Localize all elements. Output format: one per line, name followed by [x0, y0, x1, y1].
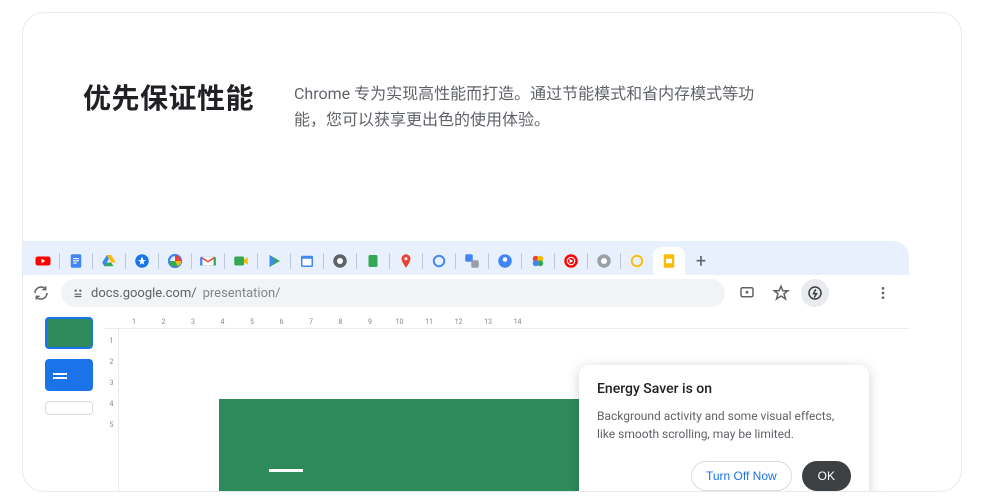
tab-youtube-music-icon[interactable]	[557, 247, 585, 275]
tab-slides-active-icon[interactable]	[653, 247, 685, 275]
tab-keep-icon[interactable]	[359, 247, 387, 275]
toolbar-actions	[733, 279, 897, 307]
url-path: presentation/	[203, 286, 281, 301]
popover-actions: Turn Off Now OK	[597, 461, 851, 491]
tab-translate-icon[interactable]	[458, 247, 486, 275]
tab-strip: +	[23, 241, 909, 275]
new-tab-button[interactable]: +	[689, 249, 713, 273]
url-domain: docs.google.com/	[91, 286, 197, 301]
tab-gmail-icon[interactable]	[194, 247, 222, 275]
tab-photos-icon[interactable]	[524, 247, 552, 275]
tab-calendar-icon[interactable]	[293, 247, 321, 275]
popover-description: Background activity and some visual effe…	[597, 407, 851, 443]
overflow-menu-icon[interactable]	[869, 279, 897, 307]
hero-title: 优先保证性能	[83, 77, 254, 132]
tab-contacts-icon[interactable]	[491, 247, 519, 275]
ruler-vertical: 1 2 3 4 5	[105, 329, 119, 492]
energy-saver-icon[interactable]	[801, 279, 829, 307]
hero-section: 优先保证性能 Chrome 专为实现高性能而打造。通过节能模式和省内存模式等功能…	[23, 13, 961, 132]
tab-google-icon[interactable]	[161, 247, 189, 275]
slide-thumbnail-1[interactable]	[45, 317, 93, 349]
ruler-horizontal: 1 2 3 4 5 6 7 8 9 10 11 12 13 14	[105, 315, 909, 329]
tab-google3-icon[interactable]	[623, 247, 651, 275]
create-shortcut-icon[interactable]	[733, 279, 761, 307]
feature-card: 优先保证性能 Chrome 专为实现高性能而打造。通过节能模式和省内存模式等功能…	[22, 12, 962, 492]
tab-google2-icon[interactable]	[425, 247, 453, 275]
tab-youtube-icon[interactable]	[29, 247, 57, 275]
slide-thumbnail-3[interactable]	[45, 401, 93, 415]
browser-mock: + docs.google.com/presentation/	[23, 241, 909, 492]
hero-description: Chrome 专为实现高性能而打造。通过节能模式和省内存模式等功能，您可以获享更…	[294, 81, 764, 132]
tab-chrome-grey-icon[interactable]	[590, 247, 618, 275]
slide-thumbnails	[23, 311, 93, 492]
site-settings-icon	[71, 286, 85, 300]
address-bar[interactable]: docs.google.com/presentation/	[61, 279, 725, 307]
tab-flights-icon[interactable]	[128, 247, 156, 275]
tab-play-icon[interactable]	[260, 247, 288, 275]
tab-chrome-dark-icon[interactable]	[326, 247, 354, 275]
bookmark-star-icon[interactable]	[767, 279, 795, 307]
reload-icon[interactable]	[29, 281, 53, 305]
tab-maps-icon[interactable]	[392, 247, 420, 275]
turn-off-button[interactable]: Turn Off Now	[691, 461, 792, 491]
energy-saver-popover: Energy Saver is on Background activity a…	[579, 365, 869, 492]
browser-toolbar: docs.google.com/presentation/	[23, 275, 909, 311]
tab-docs-icon[interactable]	[62, 247, 90, 275]
tab-meet-icon[interactable]	[227, 247, 255, 275]
slide-thumbnail-2[interactable]	[45, 359, 93, 391]
ok-button[interactable]: OK	[802, 461, 851, 491]
tab-drive-icon[interactable]	[95, 247, 123, 275]
popover-title: Energy Saver is on	[597, 381, 851, 397]
slide-canvas-area: 1 2 3 4 5 6 7 8 9 10 11 12 13 14	[93, 311, 909, 492]
profile-avatar-icon[interactable]	[835, 279, 863, 307]
slides-content: 1 2 3 4 5 6 7 8 9 10 11 12 13 14	[23, 311, 909, 492]
